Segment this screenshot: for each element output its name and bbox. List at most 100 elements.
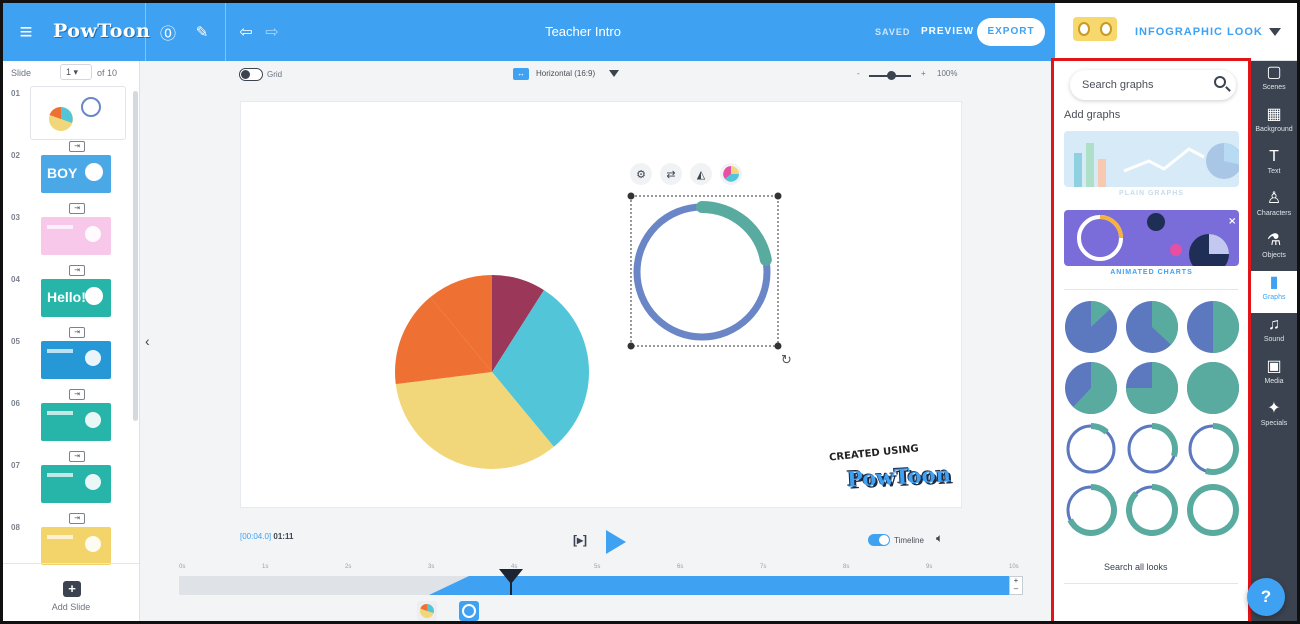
export-button[interactable]: EXPORT bbox=[977, 18, 1045, 46]
chart-style-option[interactable] bbox=[1187, 301, 1239, 353]
play-scene-button[interactable]: [▸] bbox=[573, 533, 587, 547]
chart-style-grid[interactable] bbox=[1054, 297, 1248, 537]
chart-style-option[interactable] bbox=[1065, 301, 1117, 353]
aspect-ratio-select[interactable]: Horizontal (16:9) bbox=[536, 69, 595, 78]
section-title: Add graphs bbox=[1064, 109, 1121, 121]
zoom-out-button[interactable]: - bbox=[857, 69, 860, 78]
media-icon: ▣ bbox=[1266, 358, 1282, 375]
play-icon[interactable] bbox=[606, 530, 626, 554]
rail-objects[interactable]: ⚗ Objects bbox=[1251, 229, 1297, 271]
chart-style-option[interactable] bbox=[1065, 362, 1117, 414]
rail-specials[interactable]: ✦ Specials bbox=[1251, 397, 1297, 439]
timeline-toggle[interactable] bbox=[868, 534, 890, 546]
rail-graphs[interactable]: ▮ Graphs bbox=[1251, 271, 1297, 313]
transition-icon[interactable]: ⇥ bbox=[69, 389, 85, 400]
text-icon: T bbox=[1269, 148, 1279, 165]
rail-media[interactable]: ▣ Media bbox=[1251, 355, 1297, 397]
slides-scrollbar[interactable] bbox=[133, 91, 138, 421]
project-title[interactable]: Teacher Intro bbox=[523, 24, 643, 39]
chevron-down-icon[interactable] bbox=[1269, 28, 1281, 36]
chart-style-option[interactable] bbox=[1126, 484, 1178, 536]
slide-thumbnail[interactable] bbox=[41, 403, 111, 441]
slide-number-select[interactable]: 1 ▾ bbox=[60, 64, 92, 80]
timeline-track-before[interactable] bbox=[179, 576, 469, 595]
graphs-panel: Search graphs Add graphs PLAIN GRAPHS × … bbox=[1051, 58, 1251, 621]
animated-charts-label: ANIMATED CHARTS bbox=[1110, 269, 1193, 276]
chevron-down-icon[interactable] bbox=[609, 70, 619, 77]
animated-charts-card[interactable]: × bbox=[1064, 210, 1239, 266]
slide-thumbnail[interactable] bbox=[41, 341, 111, 379]
aspect-ratio-icon: ↔ bbox=[513, 68, 529, 80]
resize-handle[interactable] bbox=[627, 342, 635, 350]
ring-progress[interactable] bbox=[696, 201, 772, 266]
slide-thumbnail[interactable] bbox=[41, 465, 111, 503]
resize-handle[interactable] bbox=[627, 192, 635, 200]
transition-icon[interactable]: ⇥ bbox=[69, 141, 85, 152]
hamburger-icon[interactable]: ≡ bbox=[11, 3, 41, 61]
specials-icon: ✦ bbox=[1267, 400, 1281, 417]
plain-graphs-card[interactable] bbox=[1064, 131, 1239, 187]
transition-icon[interactable]: ⇥ bbox=[69, 203, 85, 214]
rotate-handle-icon[interactable]: ↻ bbox=[781, 353, 792, 368]
editor-window: ≡ PowToon ⓪ ✎ ⇦ ⇨ Teacher Intro SAVED PR… bbox=[0, 0, 1300, 624]
question-icon[interactable]: ⓪ bbox=[155, 3, 181, 61]
chart-style-option[interactable] bbox=[1126, 301, 1178, 353]
redo-icon[interactable]: ⇨ bbox=[261, 3, 283, 61]
add-slide-button[interactable]: + Add Slide bbox=[3, 563, 139, 621]
resize-handle[interactable] bbox=[774, 192, 782, 200]
transition-icon[interactable]: ⇥ bbox=[69, 327, 85, 338]
chart-style-option[interactable] bbox=[1066, 484, 1117, 536]
notes-icon[interactable]: ✎ bbox=[189, 3, 215, 61]
zoom-in-button[interactable]: + bbox=[921, 69, 926, 78]
slide-thumbnail[interactable] bbox=[41, 527, 111, 565]
rail-characters[interactable]: ♙ Characters bbox=[1251, 187, 1297, 229]
search-icon[interactable] bbox=[1214, 76, 1226, 88]
rail-scenes[interactable]: ▢ Scenes bbox=[1251, 61, 1297, 103]
playhead[interactable] bbox=[499, 569, 523, 584]
zoom-value: 100% bbox=[937, 69, 958, 78]
chart-style-option[interactable] bbox=[1187, 484, 1239, 536]
slide-thumbnail[interactable]: BOY bbox=[41, 155, 111, 193]
chart-style-option[interactable] bbox=[1188, 423, 1239, 475]
chart-style-option[interactable] bbox=[1066, 423, 1116, 474]
rail-text[interactable]: T Text bbox=[1251, 145, 1297, 187]
ring-layer-thumb[interactable] bbox=[459, 601, 479, 621]
chart-style-option[interactable] bbox=[1187, 362, 1239, 414]
slide-thumbnail[interactable] bbox=[31, 87, 125, 139]
undo-icon[interactable]: ⇦ bbox=[235, 3, 257, 61]
rail-background[interactable]: ▦ Background bbox=[1251, 103, 1297, 145]
chart-style-option[interactable] bbox=[1127, 423, 1178, 474]
objects-icon: ⚗ bbox=[1266, 232, 1282, 249]
timeline-extend-handle[interactable]: + – bbox=[1009, 576, 1023, 595]
zoom-slider-knob[interactable] bbox=[887, 71, 896, 80]
search-all-looks-button[interactable]: Search all looks bbox=[1104, 562, 1168, 572]
transition-icon[interactable]: ⇥ bbox=[69, 513, 85, 524]
slide-number: 05 bbox=[11, 337, 20, 346]
timeline-track[interactable] bbox=[469, 576, 1009, 595]
tool-rail: ▢ Scenes ▦ Background T Text ♙ Characters ⚗ Objec… bbox=[1251, 61, 1297, 621]
slide-thumbnail[interactable] bbox=[41, 217, 111, 255]
slide-number: 03 bbox=[11, 213, 20, 222]
collapse-panel-icon[interactable]: ‹ bbox=[145, 333, 150, 349]
preview-button[interactable]: PREVIEW bbox=[921, 26, 974, 37]
search-input[interactable]: Search graphs bbox=[1070, 70, 1236, 100]
slide-canvas[interactable]: ↻ ⚙ ⇄ ◭ CREATED USING PowToon bbox=[240, 101, 962, 508]
pie-layer-thumb[interactable] bbox=[417, 601, 437, 621]
help-button[interactable]: ? bbox=[1247, 578, 1285, 616]
rail-sound[interactable]: ♫ Sound bbox=[1251, 313, 1297, 355]
timeline-tick: 0s bbox=[179, 564, 186, 570]
timeline-tick: 5s bbox=[594, 564, 601, 570]
chart-style-option[interactable] bbox=[1126, 362, 1178, 414]
selection-box[interactable] bbox=[630, 195, 779, 347]
speaker-icon[interactable]: 🔈︎ bbox=[936, 531, 943, 546]
slide-thumbnail[interactable]: Hello! bbox=[41, 279, 111, 317]
transition-icon[interactable]: ⇥ bbox=[69, 265, 85, 276]
look-selector[interactable]: INFOGRAPHIC LOOK bbox=[1055, 3, 1297, 61]
timeline-enter-ramp[interactable] bbox=[429, 576, 469, 595]
transition-icon[interactable]: ⇥ bbox=[69, 451, 85, 462]
grid-toggle[interactable] bbox=[239, 68, 263, 81]
rail-label: Characters bbox=[1256, 210, 1292, 217]
resize-handle[interactable] bbox=[774, 342, 782, 350]
look-label: INFOGRAPHIC LOOK bbox=[1135, 26, 1263, 38]
app-logo[interactable]: PowToon bbox=[53, 20, 150, 42]
